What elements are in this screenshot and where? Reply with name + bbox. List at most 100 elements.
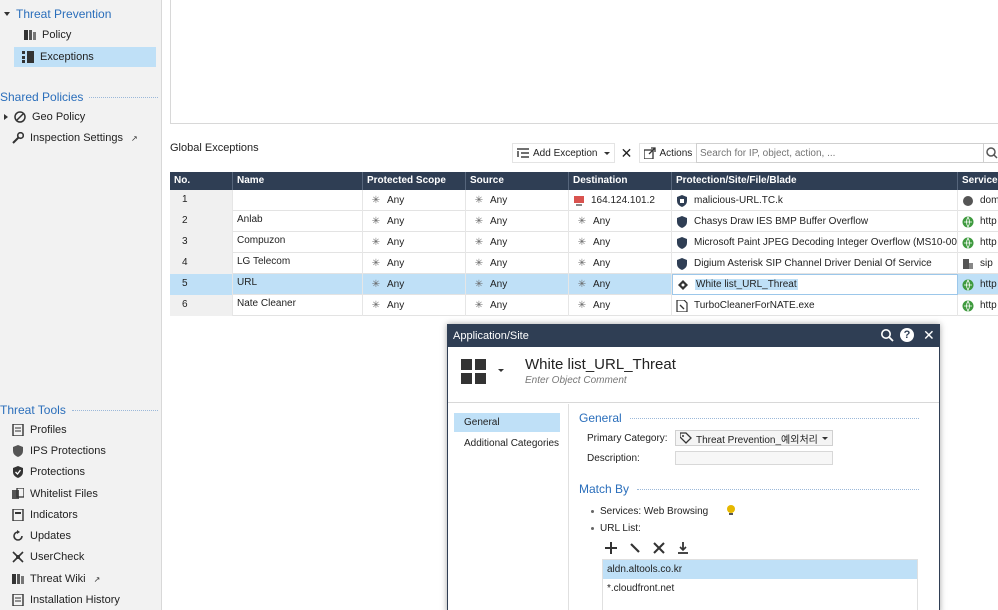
object-name[interactable]: White list_URL_Threat	[525, 356, 676, 373]
application-site-icon[interactable]	[461, 359, 487, 388]
search-button[interactable]	[984, 143, 998, 163]
chevron-down-icon[interactable]	[4, 12, 10, 16]
add-rule-icon	[517, 147, 529, 159]
wiki-icon	[12, 573, 24, 585]
any-icon: ✳	[371, 258, 381, 269]
application-site-dialog: Application/Site ? ✕ White list_URL_Thre…	[447, 324, 940, 610]
sidebar-item-indicators[interactable]: Indicators	[12, 505, 78, 525]
close-icon[interactable]: ✕	[923, 327, 935, 344]
threat-tools-header: Threat Tools	[0, 403, 162, 417]
url-list-label: URL List:	[591, 523, 641, 534]
policy-icon	[24, 29, 36, 41]
col-header-no[interactable]: No.	[170, 172, 233, 190]
table-row[interactable]: 2 Anlab ✳ Any ✳ Any ✳ Any Chasys Draw IES B…	[170, 211, 998, 232]
installation-history-icon	[12, 594, 24, 606]
chevron-down-icon[interactable]	[498, 369, 504, 372]
any-icon: ✳	[371, 195, 381, 206]
delete-button[interactable]: ✕	[614, 143, 639, 163]
sidebar-item-ips-protections[interactable]: IPS Protections	[12, 441, 106, 461]
table-row[interactable]: 3 Compuzon ✳ Any ✳ Any ✳ Any Microsoft Pain…	[170, 232, 998, 253]
top-pane	[170, 0, 998, 124]
object-comment[interactable]: Enter Object Comment	[525, 375, 627, 386]
help-icon[interactable]: ?	[900, 328, 914, 342]
list-item[interactable]: *.cloudfront.net	[603, 579, 917, 598]
dialog-title-bar[interactable]: Application/Site ? ✕	[448, 325, 939, 347]
sidebar-item-threat-wiki[interactable]: Threat Wiki ↗	[12, 569, 100, 589]
table-row[interactable]: 1 ✳ Any ✳ Any 164.124.101.2 malicious-URL.…	[170, 190, 998, 211]
dialog-header: White list_URL_Threat Enter Object Comme…	[448, 347, 939, 403]
any-icon: ✳	[474, 300, 484, 311]
shield-icon	[12, 445, 24, 457]
url-list-toolbar	[604, 541, 690, 555]
chevron-right-icon[interactable]	[4, 114, 8, 120]
col-header-source[interactable]: Source	[466, 172, 569, 190]
app-window: Threat Prevention Policy Exceptions Shar…	[0, 0, 998, 610]
sidebar-threat-prevention[interactable]: Threat Prevention	[4, 4, 111, 24]
url-list: aldn.altools.co.kr *.cloudfront.net	[602, 559, 918, 610]
list-item[interactable]: aldn.altools.co.kr	[603, 560, 917, 579]
indicators-icon	[12, 509, 24, 521]
sidebar-item-profiles[interactable]: Profiles	[12, 420, 67, 440]
export-icon	[643, 147, 656, 159]
any-icon: ✳	[371, 300, 381, 311]
chevron-down-icon	[603, 151, 610, 155]
sidebar: Threat Prevention Policy Exceptions Shar…	[0, 0, 162, 610]
search-input[interactable]	[696, 143, 984, 163]
primary-category-select[interactable]: Threat Prevention_예외처리	[675, 430, 833, 446]
sidebar-item-inspection-settings[interactable]: Inspection Settings ↗	[12, 128, 138, 148]
application-site-icon	[677, 279, 689, 291]
sidebar-item-whitelist-files[interactable]: Whitelist Files	[12, 484, 98, 504]
sidebar-item-policy[interactable]: Policy	[24, 25, 71, 45]
sidebar-item-updates[interactable]: Updates	[12, 526, 71, 546]
description-field[interactable]	[675, 451, 833, 465]
table-row-selected[interactable]: 5 URL ✳ Any ✳ Any ✳ Any White list_URL_Thre…	[170, 274, 998, 295]
host-icon	[573, 195, 585, 207]
exceptions-table: No. Name Protected Scope Source Destinat…	[170, 172, 998, 316]
services-item[interactable]: Services: Web Browsing	[591, 504, 736, 519]
http-service-icon	[962, 279, 974, 291]
shield-icon	[676, 194, 688, 207]
sidebar-item-exceptions[interactable]: Exceptions	[14, 47, 156, 67]
http-service-icon	[962, 237, 974, 249]
table-row[interactable]: 4 LG Telecom ✳ Any ✳ Any ✳ Any Digium Aster…	[170, 253, 998, 274]
col-header-destination[interactable]: Destination	[569, 172, 672, 190]
usercheck-icon	[12, 551, 24, 563]
any-icon: ✳	[371, 216, 381, 227]
nav-general[interactable]: General	[454, 413, 560, 432]
wrench-icon	[12, 132, 24, 144]
http-service-icon	[962, 300, 974, 312]
delete-icon[interactable]	[652, 541, 666, 555]
page-title: Global Exceptions	[170, 142, 259, 154]
search-icon[interactable]	[880, 328, 894, 345]
dns-icon	[962, 195, 974, 207]
edit-icon[interactable]	[628, 541, 642, 555]
nav-additional-categories[interactable]: Additional Categories	[454, 434, 560, 453]
external-link-icon: ↗	[93, 574, 101, 584]
dialog-nav: General Additional Categories	[448, 404, 569, 610]
col-header-protection[interactable]: Protection/Site/File/Blade	[672, 172, 958, 190]
add-exception-button[interactable]: Add Exception	[512, 143, 615, 163]
col-header-name[interactable]: Name	[233, 172, 363, 190]
sidebar-item-usercheck[interactable]: UserCheck	[12, 547, 84, 567]
shield-icon	[676, 215, 688, 228]
exceptions-icon	[22, 51, 34, 63]
any-icon: ✳	[474, 237, 484, 248]
any-icon: ✳	[474, 216, 484, 227]
col-header-services[interactable]: Services	[958, 172, 998, 190]
shared-policies-header: Shared Policies	[0, 90, 162, 104]
any-icon: ✳	[474, 279, 484, 290]
general-section-header: General	[579, 411, 919, 425]
table-row[interactable]: 6 Nate Cleaner ✳ Any ✳ Any ✳ Any TurboClean…	[170, 295, 998, 316]
sidebar-item-installation-history[interactable]: Installation History	[12, 590, 120, 610]
add-icon[interactable]	[604, 541, 618, 555]
sidebar-item-protections[interactable]: Protections	[12, 462, 85, 482]
import-icon[interactable]	[676, 541, 690, 555]
match-by-section-header: Match By	[579, 482, 919, 496]
lightbulb-icon[interactable]	[726, 504, 736, 519]
shield-icon	[676, 236, 688, 249]
col-header-protected-scope[interactable]: Protected Scope	[363, 172, 466, 190]
shield-icon	[676, 257, 688, 270]
any-icon: ✳	[577, 300, 587, 311]
table-header: No. Name Protected Scope Source Destinat…	[170, 172, 998, 190]
sidebar-item-geo-policy[interactable]: Geo Policy	[4, 107, 85, 127]
